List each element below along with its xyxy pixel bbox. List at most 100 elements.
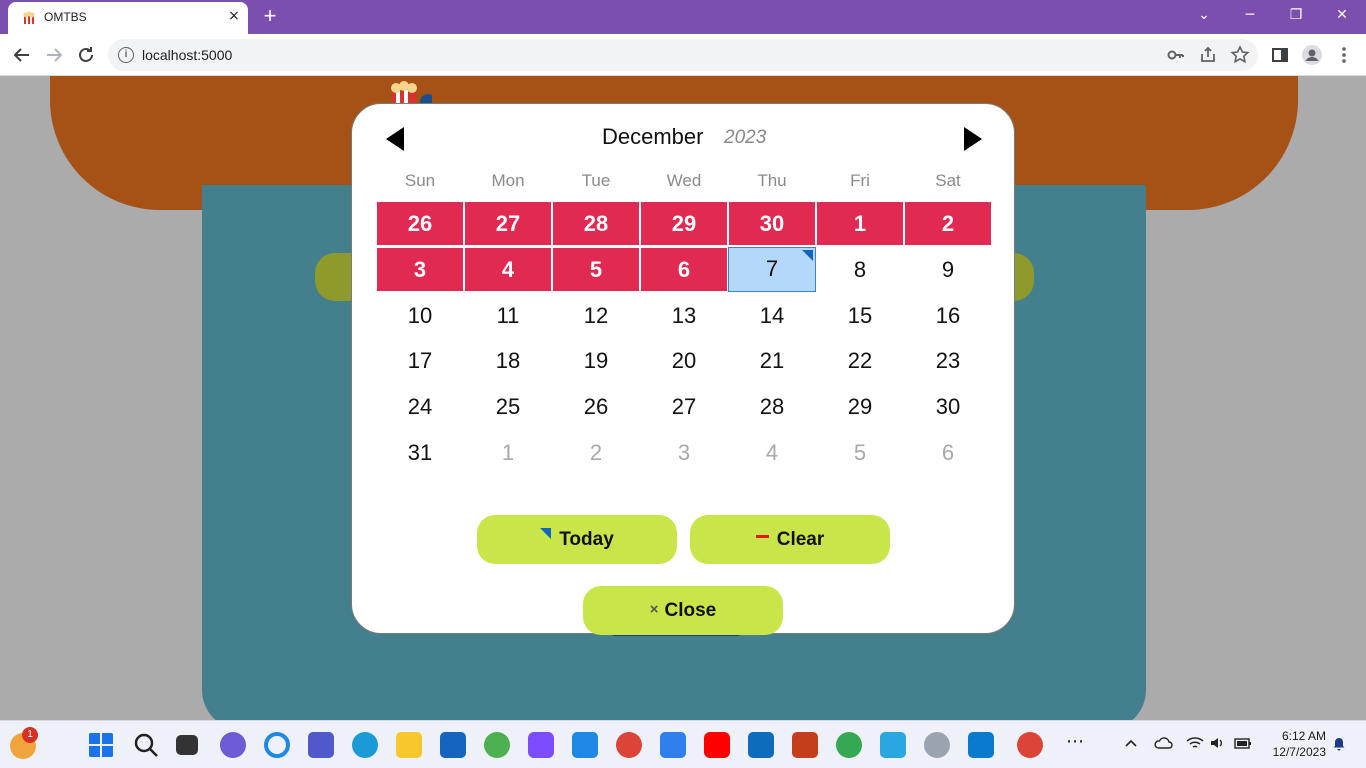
day-cell[interactable]: 31 (377, 431, 463, 474)
tab-search-icon[interactable]: ⌄ (1192, 4, 1216, 28)
day-cell[interactable]: 10 (377, 294, 463, 337)
day-cell[interactable]: 12 (553, 294, 639, 337)
microsoft-store-icon[interactable] (440, 732, 466, 758)
day-cell[interactable]: 27 (465, 202, 551, 245)
day-cell[interactable]: 1 (817, 202, 903, 245)
previous-month-icon[interactable] (384, 126, 406, 152)
day-cell[interactable]: 4 (465, 248, 551, 291)
profile-avatar-icon[interactable] (1300, 43, 1324, 67)
day-cell[interactable]: 23 (905, 339, 991, 382)
todo-icon[interactable] (660, 732, 686, 758)
restore-button[interactable]: ❐ (1284, 4, 1308, 28)
day-cell[interactable]: 28 (729, 385, 815, 428)
windows-start-icon[interactable] (88, 732, 114, 758)
day-cell[interactable]: 24 (377, 385, 463, 428)
day-cell[interactable]: 8 (817, 248, 903, 291)
clear-button[interactable]: Clear (690, 515, 890, 564)
teams-icon[interactable] (308, 732, 334, 758)
share-icon[interactable] (1196, 43, 1220, 67)
day-cell[interactable]: 15 (817, 294, 903, 337)
day-cell[interactable]: 13 (641, 294, 727, 337)
vscode-icon[interactable] (968, 732, 994, 758)
day-cell[interactable]: 6 (641, 248, 727, 291)
notepad-icon[interactable] (880, 732, 906, 758)
today-marker-icon (540, 528, 552, 540)
close-button[interactable]: × Close (583, 586, 783, 635)
address-bar[interactable]: i localhost:5000 (108, 39, 1258, 71)
volume-icon[interactable] (1209, 735, 1225, 751)
day-cell[interactable]: 26 (553, 385, 639, 428)
day-cell[interactable]: 25 (465, 385, 551, 428)
search-icon[interactable] (133, 732, 159, 758)
chrome-profile-icon[interactable] (484, 732, 510, 758)
day-cell[interactable]: 18 (465, 339, 551, 382)
day-cell[interactable]: 16 (905, 294, 991, 337)
close-x-icon: × (649, 601, 659, 618)
task-view-icon[interactable] (176, 735, 198, 755)
day-cell[interactable]: 17 (377, 339, 463, 382)
more-apps-icon[interactable]: ⋯ (1066, 731, 1084, 752)
next-month-icon[interactable] (962, 126, 984, 152)
meet-chat-icon[interactable] (220, 732, 246, 758)
day-cell-today[interactable]: 7 (728, 247, 816, 292)
today-button[interactable]: Today (477, 515, 677, 564)
day-cell[interactable]: 14 (729, 294, 815, 337)
calendar-month[interactable]: December (602, 124, 703, 150)
edge-browser-icon[interactable] (352, 732, 378, 758)
side-panel-icon[interactable] (1268, 43, 1292, 67)
cortana-icon[interactable] (264, 732, 290, 758)
tab-close-icon[interactable]: × (226, 8, 242, 24)
wifi-icon[interactable] (1186, 735, 1204, 751)
youtube-icon[interactable] (704, 732, 730, 758)
notification-bell-icon[interactable] (1331, 735, 1347, 751)
day-cell-next-month[interactable]: 6 (905, 431, 991, 474)
day-cell[interactable]: 22 (817, 339, 903, 382)
day-cell[interactable]: 28 (553, 202, 639, 245)
settings-gear-icon[interactable] (924, 732, 950, 758)
reload-icon[interactable] (74, 43, 98, 67)
day-cell[interactable]: 26 (377, 202, 463, 245)
file-explorer-icon[interactable] (396, 732, 422, 758)
minimize-button[interactable]: ─ (1238, 4, 1262, 28)
day-cell[interactable]: 19 (553, 339, 639, 382)
chevron-up-icon[interactable] (1123, 735, 1139, 751)
close-window-button[interactable]: ✕ (1330, 4, 1354, 28)
day-cell-next-month[interactable]: 5 (817, 431, 903, 474)
bookmark-star-icon[interactable] (1228, 43, 1252, 67)
day-cell[interactable]: 30 (729, 202, 815, 245)
day-cell[interactable]: 30 (905, 385, 991, 428)
day-cell[interactable]: 11 (465, 294, 551, 337)
system-clock[interactable]: 6:12 AM 12/7/2023 (1262, 728, 1326, 760)
browser-toolbar: i localhost:5000 (0, 34, 1366, 76)
day-cell[interactable]: 21 (729, 339, 815, 382)
new-tab-button[interactable]: + (258, 5, 282, 29)
outlook-icon[interactable] (748, 732, 774, 758)
calendar-year[interactable]: 2023 (724, 127, 766, 149)
day-cell[interactable]: 3 (377, 248, 463, 291)
copilot-icon[interactable] (528, 732, 554, 758)
day-cell[interactable]: 5 (553, 248, 639, 291)
day-cell[interactable]: 27 (641, 385, 727, 428)
browser-tab[interactable]: OMTBS × (8, 2, 248, 34)
chrome-active-icon[interactable] (1017, 732, 1043, 758)
site-info-icon[interactable]: i (118, 47, 134, 63)
powerpoint-icon[interactable] (792, 732, 818, 758)
day-cell-next-month[interactable]: 3 (641, 431, 727, 474)
day-cell[interactable]: 29 (641, 202, 727, 245)
day-cell-next-month[interactable]: 4 (729, 431, 815, 474)
battery-icon[interactable] (1234, 735, 1252, 751)
day-cell[interactable]: 2 (905, 202, 991, 245)
chrome-profile-c-icon[interactable] (836, 732, 862, 758)
mail-icon[interactable] (572, 732, 598, 758)
menu-kebab-icon[interactable] (1332, 43, 1356, 67)
day-cell[interactable]: 9 (905, 248, 991, 291)
forward-arrow-icon[interactable] (42, 43, 66, 67)
day-cell-next-month[interactable]: 1 (465, 431, 551, 474)
day-cell[interactable]: 20 (641, 339, 727, 382)
chrome-app-icon[interactable] (616, 732, 642, 758)
day-cell-next-month[interactable]: 2 (553, 431, 639, 474)
day-cell[interactable]: 29 (817, 385, 903, 428)
onedrive-cloud-icon[interactable] (1153, 735, 1173, 751)
key-icon[interactable] (1164, 43, 1188, 67)
back-arrow-icon[interactable] (10, 43, 34, 67)
